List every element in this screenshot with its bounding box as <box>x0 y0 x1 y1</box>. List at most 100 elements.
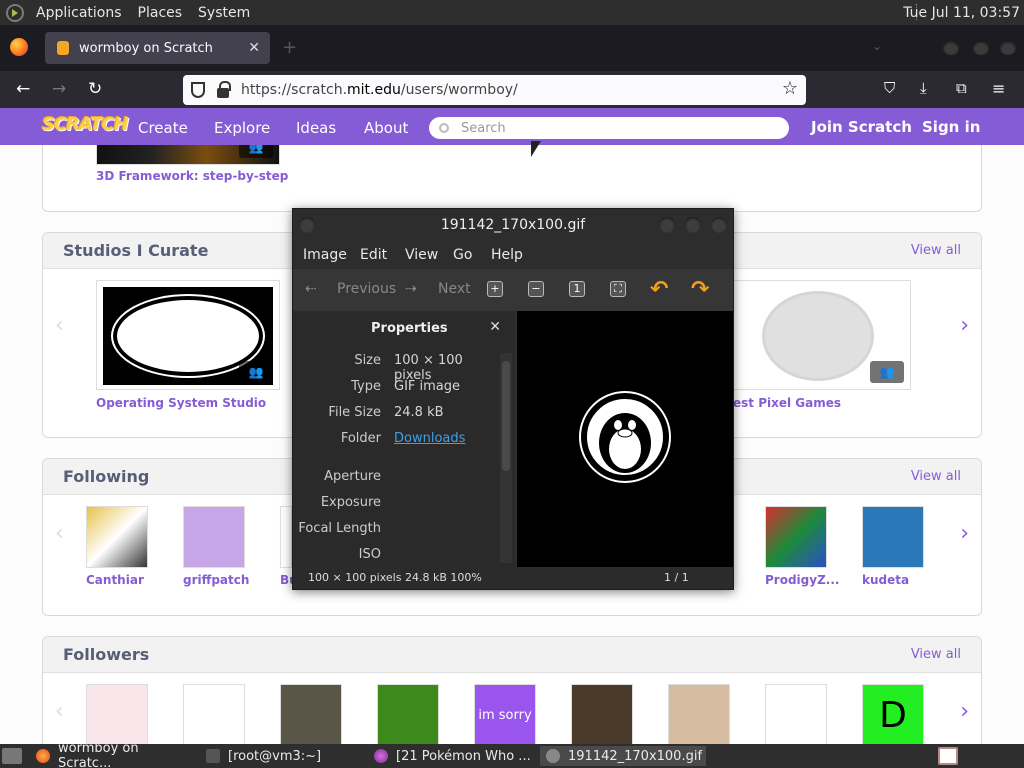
properties-scrollbar[interactable] <box>500 353 512 563</box>
user-griffpatch[interactable]: griffpatch <box>183 573 249 587</box>
sign-in-link[interactable]: Sign in <box>922 118 980 136</box>
scrollbar-thumb[interactable] <box>502 361 510 471</box>
follower-avatar[interactable] <box>377 684 439 744</box>
zoom-out-icon[interactable]: − <box>528 281 544 297</box>
follower-avatar-d[interactable]: D <box>862 684 924 744</box>
tab-close-icon[interactable]: ✕ <box>248 40 260 56</box>
studio-title-os[interactable]: Operating System Studio <box>96 396 266 410</box>
extensions-icon[interactable]: ⧉ <box>956 79 967 97</box>
minimize-window-button[interactable] <box>943 41 959 55</box>
chevron-down-icon[interactable]: ⌄ <box>872 39 882 53</box>
follower-avatar[interactable] <box>668 684 730 744</box>
menu-help[interactable]: Help <box>491 247 523 263</box>
avatar-bu[interactable] <box>280 506 292 568</box>
task-firefox-2[interactable]: [21 Pokémon Who ... <box>374 746 534 766</box>
back-icon[interactable]: ← <box>16 79 30 99</box>
avatar-prodigyz[interactable] <box>765 506 827 568</box>
downloads-icon[interactable]: ⤓ <box>920 79 927 97</box>
carousel-left-icon[interactable]: ‹ <box>55 699 64 724</box>
followers-header: Followers View all <box>43 637 981 673</box>
studios-view-all[interactable]: View all <box>911 243 961 258</box>
new-tab-icon[interactable]: + <box>282 37 297 58</box>
task-firefox[interactable]: wormboy on Scratc... <box>36 741 196 768</box>
carousel-right-icon[interactable]: › <box>960 313 969 338</box>
rotate-right-icon[interactable]: ↷ <box>691 277 709 302</box>
url-bar[interactable]: https://scratch.mit.edu/users/wormboy/ ☆ <box>183 75 806 105</box>
next-arrow-icon[interactable]: ⇢ <box>405 281 417 297</box>
close-window-button[interactable] <box>1000 41 1016 55</box>
distro-logo-icon[interactable] <box>6 3 24 22</box>
menu-view[interactable]: View <box>405 247 438 263</box>
zoom-fit-icon[interactable]: ⛶ <box>610 281 626 297</box>
next-button[interactable]: Next <box>438 281 471 297</box>
tab-wormboy[interactable]: wormboy on Scratch ✕ <box>45 32 270 64</box>
properties-close-icon[interactable]: ✕ <box>489 319 501 335</box>
menu-image[interactable]: Image <box>303 247 347 263</box>
show-desktop-icon[interactable] <box>2 748 22 764</box>
pocket-icon[interactable]: ⛉ <box>884 79 895 97</box>
project-title[interactable]: 3D Framework: step-by-step <box>96 169 288 183</box>
menu-edit[interactable]: Edit <box>360 247 387 263</box>
follower-avatar[interactable] <box>86 684 148 744</box>
task-label: [root@vm3:~] <box>228 748 322 764</box>
tracking-shield-icon[interactable] <box>191 82 205 98</box>
maximize-window-button[interactable] <box>973 41 989 55</box>
follower-avatar[interactable] <box>765 684 827 744</box>
minimize-button[interactable] <box>659 217 675 233</box>
nav-ideas[interactable]: Ideas <box>296 119 336 137</box>
image-canvas[interactable] <box>517 311 733 567</box>
user-kudeta[interactable]: kudeta <box>862 573 909 587</box>
trash-icon[interactable] <box>938 747 958 765</box>
user-canthiar[interactable]: Canthiar <box>86 573 144 587</box>
nav-explore[interactable]: Explore <box>214 119 270 137</box>
menu-go[interactable]: Go <box>453 247 472 263</box>
reload-icon[interactable]: ↻ <box>88 79 102 99</box>
join-scratch-link[interactable]: Join Scratch <box>811 118 912 136</box>
carousel-left-icon[interactable]: ‹ <box>55 313 64 338</box>
nav-about[interactable]: About <box>364 119 408 137</box>
scratch-logo[interactable]: SCRATCH <box>42 114 129 140</box>
studio-icon: 👥 <box>239 361 273 383</box>
prop-focal-length: Focal Length <box>293 521 503 541</box>
avatar-canthiar[interactable] <box>86 506 148 568</box>
firefox-icon[interactable] <box>10 38 28 56</box>
carousel-right-icon[interactable]: › <box>960 521 969 546</box>
firefox-private-icon <box>374 749 388 763</box>
user-prodigyz[interactable]: ProdigyZ... <box>765 573 839 587</box>
lock-icon[interactable] <box>217 81 231 98</box>
previous-button[interactable]: Previous <box>337 281 396 297</box>
forward-icon[interactable]: → <box>52 79 66 99</box>
avatar-kudeta[interactable] <box>862 506 924 568</box>
follower-avatar-im-sorry[interactable]: im sorry <box>474 684 536 744</box>
studio-title-pixel[interactable]: est Pixel Games <box>733 396 841 410</box>
task-image-viewer[interactable]: 191142_170x100.gif <box>540 746 706 766</box>
maximize-button[interactable] <box>685 217 701 233</box>
clock[interactable]: Tue Jul 11, 03:57 <box>903 5 1020 21</box>
follower-avatar[interactable] <box>183 684 245 744</box>
zoom-normal-icon[interactable]: 1 <box>569 281 585 297</box>
menu-applications[interactable]: Applications <box>36 5 122 21</box>
search-input[interactable]: Search <box>429 117 789 139</box>
close-button[interactable] <box>711 217 727 233</box>
tux-logo-icon <box>581 393 669 481</box>
bookmark-star-icon[interactable]: ☆ <box>782 78 798 99</box>
url-text[interactable]: https://scratch.mit.edu/users/wormboy/ <box>241 82 518 98</box>
hamburger-menu-icon[interactable]: ≡ <box>992 79 1005 98</box>
menu-system[interactable]: System <box>198 5 250 21</box>
carousel-left-icon[interactable]: ‹ <box>55 521 64 546</box>
followers-view-all[interactable]: View all <box>911 647 961 662</box>
studio-thumbnail-os[interactable]: 👥 <box>96 280 280 390</box>
zoom-in-icon[interactable]: + <box>487 281 503 297</box>
task-terminal[interactable]: [root@vm3:~] <box>206 746 366 766</box>
previous-arrow-icon[interactable]: ⇠ <box>305 281 317 297</box>
follower-avatar[interactable] <box>571 684 633 744</box>
folder-link[interactable]: Downloads <box>394 431 465 446</box>
studio-thumbnail-pixel[interactable]: 👥 <box>733 280 911 390</box>
avatar-griffpatch[interactable] <box>183 506 245 568</box>
following-view-all[interactable]: View all <box>911 469 961 484</box>
menu-places[interactable]: Places <box>138 5 183 21</box>
nav-create[interactable]: Create <box>138 119 188 137</box>
rotate-left-icon[interactable]: ↶ <box>650 277 668 302</box>
follower-avatar[interactable] <box>280 684 342 744</box>
carousel-right-icon[interactable]: › <box>960 699 969 724</box>
